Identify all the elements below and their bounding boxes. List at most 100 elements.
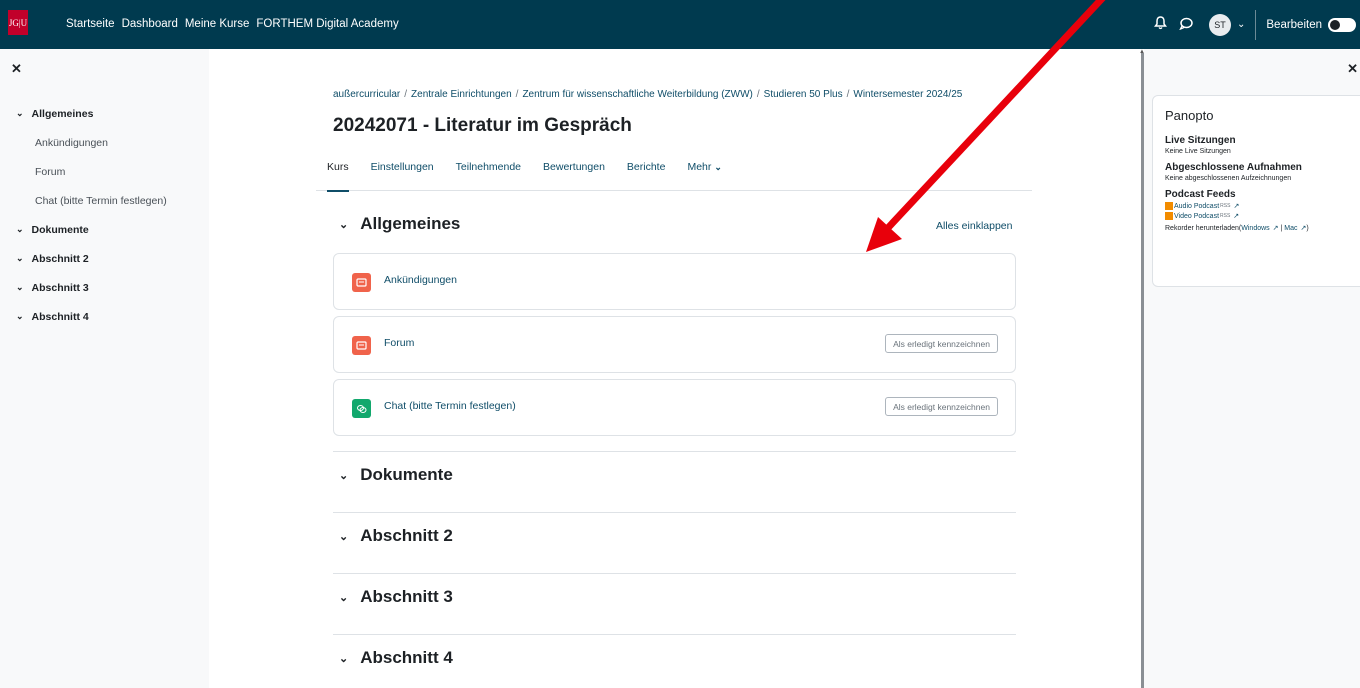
live-sessions-heading: Live Sitzungen xyxy=(1165,135,1236,146)
section-title: Abschnitt 4 xyxy=(360,648,453,667)
tab-grades[interactable]: Bewertungen xyxy=(532,153,616,191)
recorder-download: Rekorder herunterladen(Windows ↗ | Mac ↗) xyxy=(1165,224,1359,232)
activity-card-announcements: Ankündigungen xyxy=(333,253,1016,310)
breadcrumb-separator: / xyxy=(846,89,850,100)
audio-podcast-link[interactable]: Audio Podcast RSS ↗ xyxy=(1165,202,1359,210)
close-course-index-icon[interactable]: ✕ xyxy=(11,61,22,77)
course-index-section-abschnitt-3[interactable]: ⌄ Abschnitt 3 xyxy=(0,273,209,302)
course-index-label: Dokumente xyxy=(31,223,89,236)
course-index-section-abschnitt-2[interactable]: ⌄ Abschnitt 2 xyxy=(0,244,209,273)
tab-reports[interactable]: Berichte xyxy=(616,153,677,191)
course-index-item-announcements[interactable]: Ankündigungen xyxy=(0,128,209,157)
tab-participants[interactable]: Teilnehmende xyxy=(445,153,532,191)
close-block-drawer-icon[interactable]: ✕ xyxy=(1347,61,1358,77)
tab-course[interactable]: Kurs xyxy=(316,153,360,192)
course-index-section-abschnitt-4[interactable]: ⌄ Abschnitt 4 xyxy=(0,302,209,331)
section-divider xyxy=(333,512,1016,513)
chevron-down-icon[interactable]: ⌄ xyxy=(339,591,348,604)
chevron-down-icon[interactable]: ⌄ xyxy=(339,652,348,665)
nav-link-dashboard[interactable]: Dashboard xyxy=(122,18,178,30)
section-title: Abschnitt 3 xyxy=(360,587,453,606)
recorder-windows-link[interactable]: Windows xyxy=(1241,225,1269,232)
external-link-icon: ↗ xyxy=(1233,213,1240,220)
chevron-down-icon[interactable]: ⌄ xyxy=(339,218,348,231)
course-index-label: Forum xyxy=(35,165,66,178)
section-divider xyxy=(333,451,1016,452)
course-index-label: Abschnitt 2 xyxy=(31,252,89,265)
activity-card-chat: Chat (bitte Termin festlegen) Als erledi… xyxy=(333,379,1016,436)
course-index-drawer: ✕ ⌄ Allgemeines Ankündigungen Forum Chat … xyxy=(0,49,209,688)
tab-more-label: Mehr xyxy=(687,161,712,173)
course-index-section-allgemeines[interactable]: ⌄ Allgemeines xyxy=(0,99,209,128)
section-header-abschnitt-2[interactable]: ⌄ Abschnitt 2 xyxy=(339,526,453,546)
section-title: Dokumente xyxy=(360,465,453,484)
breadcrumb-separator: / xyxy=(404,89,408,100)
course-index-label: Abschnitt 4 xyxy=(31,310,89,323)
messages-icon[interactable] xyxy=(1179,17,1193,33)
video-podcast-link[interactable]: Video Podcast RSS ↗ xyxy=(1165,212,1359,220)
course-index-item-chat[interactable]: Chat (bitte Termin festlegen) xyxy=(0,186,209,215)
recorder-close-paren: ) xyxy=(1306,225,1309,232)
course-tabs: Kurs Einstellungen Teilnehmende Bewertun… xyxy=(316,153,1032,192)
course-index-label: Ankündigungen xyxy=(35,136,108,149)
tab-more[interactable]: Mehr ⌄ xyxy=(676,153,732,191)
chevron-down-icon[interactable]: ⌄ xyxy=(339,530,348,543)
course-index-item-forum[interactable]: Forum xyxy=(0,157,209,186)
primary-navigation: Startseite Dashboard Meine Kurse FORTHEM… xyxy=(66,18,399,30)
section-header-abschnitt-4[interactable]: ⌄ Abschnitt 4 xyxy=(339,648,453,668)
edit-mode-label: Bearbeiten xyxy=(1266,18,1322,31)
section-divider xyxy=(333,573,1016,574)
recorder-download-label: Rekorder herunterladen( xyxy=(1165,225,1242,232)
edit-mode-toggle[interactable] xyxy=(1328,17,1356,32)
chevron-down-icon[interactable]: ⌄ xyxy=(16,311,24,322)
recorder-mac-link[interactable]: Mac xyxy=(1284,225,1297,232)
breadcrumb-item[interactable]: Zentrale Einrichtungen xyxy=(411,89,512,100)
forum-icon xyxy=(352,273,371,292)
page-title: 20242071 - Literatur im Gespräch xyxy=(333,115,632,136)
nav-link-home[interactable]: Startseite xyxy=(66,18,115,30)
section-header-dokumente[interactable]: ⌄ Dokumente xyxy=(339,465,453,485)
activity-link[interactable]: Chat (bitte Termin festlegen) xyxy=(384,400,516,412)
tab-settings[interactable]: Einstellungen xyxy=(360,153,445,191)
chevron-down-icon[interactable]: ⌄ xyxy=(16,108,24,119)
course-index-label: Abschnitt 3 xyxy=(31,281,89,294)
breadcrumb-item[interactable]: Zentrum für wissenschaftliche Weiterbild… xyxy=(522,89,752,100)
panopto-block: Panopto Live Sitzungen Keine Live Sitzun… xyxy=(1152,95,1360,287)
section-header-abschnitt-3[interactable]: ⌄ Abschnitt 3 xyxy=(339,587,453,607)
course-index-section-dokumente[interactable]: ⌄ Dokumente xyxy=(0,215,209,244)
rss-icon xyxy=(1165,202,1173,210)
section-divider xyxy=(333,634,1016,635)
mark-as-done-button[interactable]: Als erledigt kennzeichnen xyxy=(885,397,998,416)
section-header-allgemeines[interactable]: ⌄ Allgemeines xyxy=(339,214,460,234)
chevron-down-icon[interactable]: ⌄ xyxy=(339,469,348,482)
chevron-down-icon[interactable]: ⌄ xyxy=(16,282,24,293)
activity-link[interactable]: Ankündigungen xyxy=(384,274,457,286)
navbar-divider xyxy=(1255,9,1257,40)
forum-icon xyxy=(352,336,371,355)
activity-card-forum: Forum Als erledigt kennzeichnen xyxy=(333,316,1016,373)
navbar-user-area: ST ⌄ Bearbeiten xyxy=(1153,0,1360,49)
university-logo[interactable]: JG|U xyxy=(8,10,28,35)
top-navbar: JG|U Startseite Dashboard Meine Kurse FO… xyxy=(0,0,1360,49)
chevron-down-icon[interactable]: ⌄ xyxy=(16,224,24,235)
nav-link-forthem[interactable]: FORTHEM Digital Academy xyxy=(256,18,398,30)
nav-link-my-courses[interactable]: Meine Kurse xyxy=(185,18,250,30)
collapse-all-link[interactable]: Alles einklappen xyxy=(936,220,1012,232)
course-main-content: außercurricular / Zentrale Einrichtungen / Z… xyxy=(209,49,1141,688)
breadcrumb-item[interactable]: außercurricular xyxy=(333,89,400,100)
breadcrumb-separator: / xyxy=(756,89,760,100)
breadcrumb-item[interactable]: Studieren 50 Plus xyxy=(764,89,843,100)
podcast-feeds-heading: Podcast Feeds xyxy=(1165,189,1236,200)
user-avatar[interactable]: ST xyxy=(1208,13,1231,36)
rss-tag: RSS xyxy=(1220,203,1231,209)
recordings-text: Keine abgeschlossenen Aufzeichnungen xyxy=(1165,175,1292,182)
activity-link[interactable]: Forum xyxy=(384,337,414,349)
rss-icon xyxy=(1165,212,1173,220)
breadcrumb-item[interactable]: Wintersemester 2024/25 xyxy=(853,89,962,100)
notification-bell-icon[interactable] xyxy=(1153,16,1167,33)
live-sessions-text: Keine Live Sitzungen xyxy=(1165,148,1231,155)
user-menu-chevron-down-icon[interactable]: ⌄ xyxy=(1237,19,1245,30)
mark-as-done-button[interactable]: Als erledigt kennzeichnen xyxy=(885,334,998,353)
external-link-icon: ↗ xyxy=(1233,203,1240,210)
chevron-down-icon[interactable]: ⌄ xyxy=(16,253,24,264)
